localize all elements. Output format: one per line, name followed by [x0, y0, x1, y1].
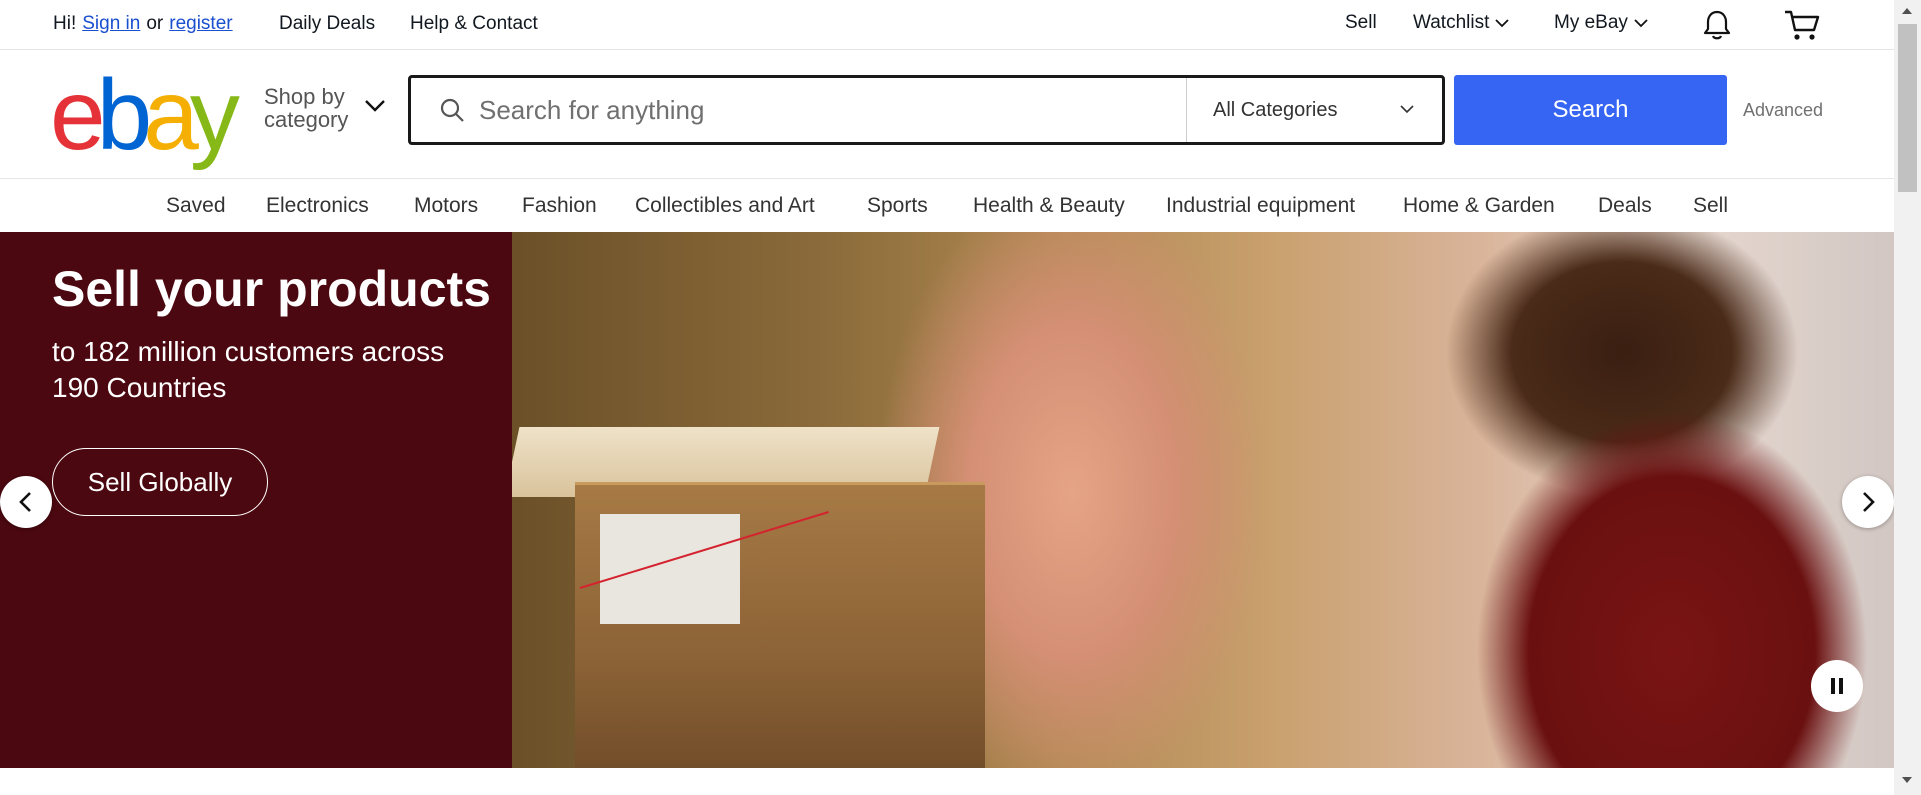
pause-icon: [1831, 678, 1843, 694]
logo-letter-b: b: [96, 59, 153, 171]
greeting: Hi! Sign in or register: [53, 13, 233, 35]
logo-letter-e: e: [50, 59, 106, 171]
logo-letter-a: a: [143, 59, 199, 171]
chevron-down-icon: [1495, 19, 1510, 28]
search-icon: [440, 98, 464, 122]
nav-item-saved[interactable]: Saved: [166, 194, 226, 218]
chevron-down-icon: [1400, 105, 1414, 114]
category-select-value: All Categories: [1213, 98, 1338, 121]
greeting-text: Hi!: [53, 13, 77, 34]
category-select[interactable]: All Categories: [1186, 78, 1442, 142]
top-utility-bar: Hi! Sign in or register Daily Deals Help…: [0, 0, 1894, 50]
nav-item-electronics[interactable]: Electronics: [266, 194, 369, 218]
my-ebay-menu[interactable]: My eBay: [1554, 12, 1648, 34]
scrollbar-thumb[interactable]: [1898, 24, 1917, 192]
scroll-down-arrow-icon[interactable]: [1902, 777, 1912, 783]
hero-title: Sell your products: [52, 261, 491, 317]
watchlist-menu[interactable]: Watchlist: [1413, 12, 1510, 34]
logo-letter-y: y: [189, 59, 240, 171]
category-nav: Saved Electronics Motors Fashion Collect…: [0, 178, 1894, 232]
hero-photo-shipping-label: [600, 514, 740, 624]
nav-item-motors[interactable]: Motors: [414, 194, 478, 218]
my-ebay-label: My eBay: [1554, 12, 1628, 33]
page-scrollbar[interactable]: [1894, 0, 1921, 795]
sell-globally-button[interactable]: Sell Globally: [52, 448, 268, 516]
cart-icon[interactable]: [1783, 8, 1821, 42]
search-bar: All Categories: [408, 75, 1445, 145]
shop-by-line1: Shop by: [264, 84, 345, 109]
nav-item-collectibles-art[interactable]: Collectibles and Art: [635, 194, 815, 218]
chevron-down-icon[interactable]: [364, 98, 386, 114]
nav-item-sports[interactable]: Sports: [867, 194, 928, 218]
scroll-up-arrow-icon[interactable]: [1902, 8, 1912, 14]
nav-item-industrial-equipment[interactable]: Industrial equipment: [1166, 194, 1355, 218]
sign-in-link[interactable]: Sign in: [82, 13, 140, 35]
hero-subtitle: to 182 million customers across 190 Coun…: [52, 336, 445, 403]
search-input[interactable]: [479, 90, 1159, 130]
chevron-down-icon: [1634, 19, 1648, 28]
register-link[interactable]: register: [169, 13, 232, 35]
help-contact-link[interactable]: Help & Contact: [410, 13, 538, 35]
hero-banner: Sell your products to 182 million custom…: [0, 232, 1894, 768]
advanced-search-link[interactable]: Advanced: [1743, 100, 1823, 121]
carousel-next-button[interactable]: [1842, 476, 1894, 528]
nav-item-sell[interactable]: Sell: [1693, 194, 1728, 218]
sell-link[interactable]: Sell: [1345, 12, 1377, 34]
search-button[interactable]: Search: [1454, 75, 1727, 145]
shop-by-category-button[interactable]: Shop by category: [264, 85, 348, 131]
bell-icon[interactable]: [1700, 8, 1734, 42]
nav-item-fashion[interactable]: Fashion: [522, 194, 597, 218]
header: ebay Shop by category All Categories Sea…: [0, 50, 1894, 178]
watchlist-label: Watchlist: [1413, 12, 1490, 33]
nav-item-home-garden[interactable]: Home & Garden: [1403, 194, 1555, 218]
or-text: or: [146, 13, 164, 34]
carousel-prev-button[interactable]: [0, 476, 52, 528]
carousel-pause-button[interactable]: [1811, 660, 1863, 712]
ebay-logo[interactable]: ebay: [50, 59, 240, 171]
nav-item-health-beauty[interactable]: Health & Beauty: [973, 194, 1125, 218]
nav-item-deals[interactable]: Deals: [1598, 194, 1652, 218]
chevron-right-icon: [1863, 492, 1875, 512]
shop-by-line2: category: [264, 107, 349, 132]
daily-deals-link[interactable]: Daily Deals: [279, 13, 375, 35]
chevron-left-icon: [19, 492, 31, 512]
